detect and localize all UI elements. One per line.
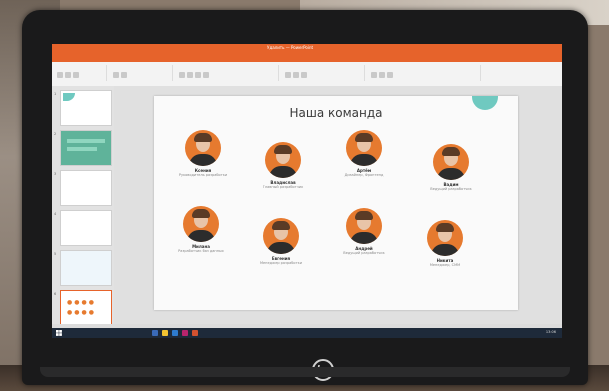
cut-icon[interactable]	[65, 72, 71, 78]
thumb-bar	[67, 139, 105, 143]
ribbon-group-drawing	[370, 65, 481, 81]
slide-title: Наша команда	[289, 106, 383, 120]
taskbar-app-icon[interactable]	[152, 330, 158, 336]
new-slide-icon[interactable]	[113, 72, 119, 78]
team-member: Ксения Руководитель разработки	[168, 130, 238, 177]
title-bar: Удалить — PowerPoint	[52, 44, 562, 54]
ribbon-group-paragraph	[284, 65, 365, 81]
team-member: Артём Дизайнер, Фронтенд	[329, 130, 399, 177]
member-photo	[433, 144, 469, 180]
slide-thumbnails-panel: 1 2 3 4 5 6 ●●●● ●●●●	[52, 86, 115, 326]
team-member: Милана Разработчик баз данных	[166, 206, 236, 253]
team-member: Владислав Главный разработчик	[248, 142, 318, 189]
ribbon-group-font	[178, 65, 279, 81]
paste-icon[interactable]	[57, 72, 63, 78]
windows-taskbar: 13:06	[52, 328, 562, 338]
shapes-icon[interactable]	[371, 72, 377, 78]
slide-editor: Наша команда Ксения Руководитель разрабо…	[114, 86, 562, 324]
laptop-screen: Удалить — PowerPoint Файл Главная Вставк…	[52, 44, 562, 338]
bullets-icon[interactable]	[301, 72, 307, 78]
member-photo	[427, 220, 463, 256]
slide-thumbnail-selected[interactable]: 6 ●●●● ●●●●	[54, 290, 112, 326]
member-photo	[183, 206, 219, 242]
team-member: Андрей Ведущий разработчик	[329, 208, 399, 255]
ribbon-group-clipboard	[56, 65, 107, 81]
member-photo	[265, 142, 301, 178]
slide-thumbnail[interactable]: 2	[54, 130, 112, 166]
ribbon-group-slides	[112, 65, 173, 81]
member-photo	[346, 208, 382, 244]
ribbon-tabs: Файл Главная Вставка Дизайн Переходы Ани…	[52, 54, 562, 72]
folder-icon[interactable]	[162, 330, 168, 336]
layout-icon[interactable]	[121, 72, 127, 78]
team-member: Никита Менеджер, СММ	[410, 220, 480, 267]
taskbar-app-icon[interactable]	[182, 330, 188, 336]
italic-icon[interactable]	[187, 72, 193, 78]
slide-thumbnail[interactable]: 1	[54, 90, 112, 126]
ribbon	[52, 62, 562, 87]
powerpoint-icon[interactable]	[192, 330, 198, 336]
thumb-accent	[63, 93, 75, 101]
copy-icon[interactable]	[73, 72, 79, 78]
styles-icon[interactable]	[387, 72, 393, 78]
team-member: Вадим Ведущий разработчик	[416, 144, 486, 191]
edge-icon[interactable]	[172, 330, 178, 336]
taskbar-clock[interactable]: 13:06	[546, 330, 556, 334]
windows-start-icon[interactable]	[56, 330, 62, 336]
thumb-bar	[67, 147, 97, 151]
font-color-icon[interactable]	[203, 72, 209, 78]
bold-icon[interactable]	[179, 72, 185, 78]
slide[interactable]: Наша команда Ксения Руководитель разрабо…	[154, 96, 518, 310]
member-photo	[263, 218, 299, 254]
slide-thumbnail[interactable]: 5	[54, 250, 112, 286]
thumb-photos: ●●●●	[67, 299, 96, 306]
arrange-icon[interactable]	[379, 72, 385, 78]
slide-thumbnail[interactable]: 4	[54, 210, 112, 246]
align-left-icon[interactable]	[285, 72, 291, 78]
team-member: Евгения Менеджер разработки	[246, 218, 316, 265]
thumb-photos: ●●●●	[67, 309, 96, 316]
slide-thumbnail[interactable]: 3	[54, 170, 112, 206]
member-photo	[185, 130, 221, 166]
window-title: Удалить — PowerPoint	[267, 45, 314, 50]
laptop-hinge	[40, 367, 570, 377]
member-photo	[346, 130, 382, 166]
underline-icon[interactable]	[195, 72, 201, 78]
align-center-icon[interactable]	[293, 72, 299, 78]
